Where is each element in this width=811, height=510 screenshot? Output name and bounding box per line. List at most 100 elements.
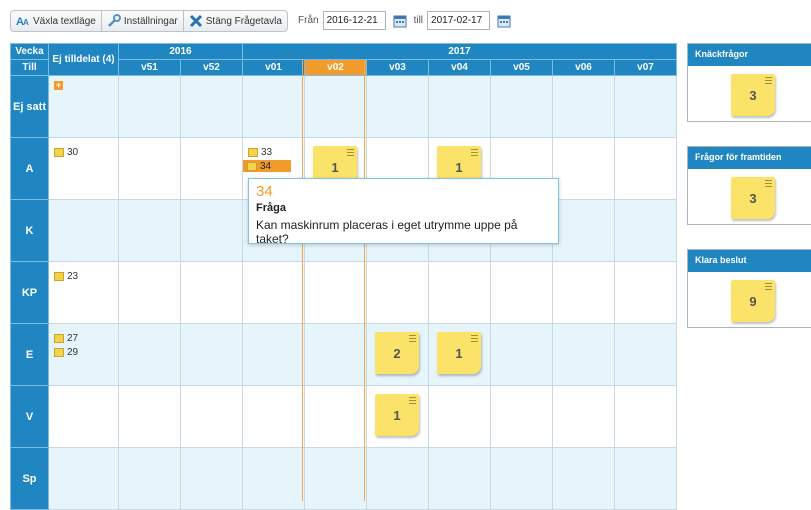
cell-ej-satt-unassigned[interactable]: +: [48, 75, 119, 138]
sticky-note[interactable]: 2: [375, 332, 419, 374]
toolbar: AA Växla textläge Inställningar Stäng Fr…: [10, 10, 288, 32]
cell[interactable]: [490, 75, 553, 138]
cell[interactable]: [552, 137, 615, 200]
cell[interactable]: [490, 385, 553, 448]
cell[interactable]: [118, 323, 181, 386]
cell[interactable]: [490, 447, 553, 510]
cell[interactable]: [614, 261, 677, 324]
calendar-icon[interactable]: [497, 14, 511, 28]
cell[interactable]: [428, 385, 491, 448]
sticky-note[interactable]: 3: [731, 177, 775, 219]
cell[interactable]: [614, 199, 677, 262]
list-icon: [471, 149, 478, 156]
cell[interactable]: [614, 75, 677, 138]
knackfragor-panel: Knäckfrågor 3: [687, 43, 811, 122]
cell[interactable]: [428, 75, 491, 138]
add-icon[interactable]: +: [54, 81, 63, 90]
sticky-note[interactable]: 9: [731, 280, 775, 322]
cell-a-unassigned[interactable]: 30: [48, 137, 119, 200]
cell[interactable]: [614, 323, 677, 386]
cell[interactable]: [614, 447, 677, 510]
row-v: V 1: [10, 385, 677, 448]
question-item[interactable]: 27: [49, 332, 118, 344]
cell[interactable]: [614, 385, 677, 448]
cell[interactable]: [304, 261, 367, 324]
cell[interactable]: [242, 447, 305, 510]
cell[interactable]: [552, 385, 615, 448]
cell[interactable]: [552, 199, 615, 262]
cell[interactable]: [242, 75, 305, 138]
calendar-icon[interactable]: [393, 14, 407, 28]
row-header-e: E: [10, 323, 49, 386]
klara-beslut-panel: Klara beslut 9: [687, 249, 811, 328]
cell[interactable]: [48, 199, 119, 262]
cell[interactable]: [180, 447, 243, 510]
close-board-button[interactable]: Stäng Frågetavla: [184, 11, 287, 31]
sticky-note[interactable]: 3: [731, 74, 775, 116]
sticky-note[interactable]: 1: [437, 332, 481, 374]
question-item[interactable]: 23: [49, 270, 118, 282]
row-header-ej-satt: Ej satt: [10, 75, 49, 138]
row-e: E 27 29 2 1: [10, 323, 677, 386]
cell[interactable]: [614, 137, 677, 200]
cell[interactable]: [552, 261, 615, 324]
cell[interactable]: [552, 447, 615, 510]
cell[interactable]: [304, 447, 367, 510]
from-date-input[interactable]: [322, 11, 386, 30]
cell[interactable]: [552, 75, 615, 138]
list-icon: [765, 77, 772, 84]
question-item[interactable]: 33: [243, 146, 304, 158]
cell-kp-unassigned[interactable]: 23: [48, 261, 119, 324]
cell[interactable]: [180, 385, 243, 448]
cell[interactable]: [490, 323, 553, 386]
to-date-input[interactable]: [427, 11, 491, 30]
cell[interactable]: [180, 199, 243, 262]
cell[interactable]: [366, 75, 429, 138]
note-count: 2: [393, 345, 401, 361]
knackfragor-title: Knäckfrågor: [688, 44, 811, 66]
cell[interactable]: [304, 323, 367, 386]
question-number: 27: [67, 332, 79, 344]
cell[interactable]: [180, 323, 243, 386]
cell[interactable]: [428, 261, 491, 324]
cell-v-v03[interactable]: 1: [366, 385, 429, 448]
cell[interactable]: [304, 75, 367, 138]
cell[interactable]: [490, 261, 553, 324]
cell-e-v03[interactable]: 2: [366, 323, 429, 386]
cell[interactable]: [304, 385, 367, 448]
cell[interactable]: [118, 137, 181, 200]
cell[interactable]: [366, 261, 429, 324]
sticky-note[interactable]: 1: [375, 394, 419, 436]
book-icon: [247, 161, 257, 171]
question-item[interactable]: 29: [49, 346, 118, 358]
cell[interactable]: [242, 261, 305, 324]
text-size-icon: AA: [16, 16, 29, 28]
question-number: 29: [67, 346, 79, 358]
cell[interactable]: [242, 385, 305, 448]
cell[interactable]: [48, 385, 119, 448]
cell-e-v04[interactable]: 1: [428, 323, 491, 386]
cell[interactable]: [118, 447, 181, 510]
cell[interactable]: [180, 75, 243, 138]
cell[interactable]: [118, 75, 181, 138]
cell[interactable]: [366, 447, 429, 510]
cell-e-unassigned[interactable]: 27 29: [48, 323, 119, 386]
settings-button[interactable]: Inställningar: [102, 11, 184, 31]
svg-text:A: A: [23, 18, 29, 27]
cell[interactable]: [118, 261, 181, 324]
list-icon: [765, 283, 772, 290]
cell[interactable]: [118, 199, 181, 262]
cell[interactable]: [180, 137, 243, 200]
row-ej-satt: Ej satt +: [10, 75, 677, 138]
book-icon: [54, 333, 64, 343]
cell[interactable]: [180, 261, 243, 324]
row-sp: Sp: [10, 447, 677, 510]
question-item-selected[interactable]: 34: [243, 160, 291, 172]
cell[interactable]: [118, 385, 181, 448]
cell[interactable]: [48, 447, 119, 510]
question-item[interactable]: 30: [49, 146, 118, 158]
cell[interactable]: [242, 323, 305, 386]
toggle-text-mode-button[interactable]: AA Växla textläge: [11, 11, 102, 31]
cell[interactable]: [552, 323, 615, 386]
cell[interactable]: [428, 447, 491, 510]
